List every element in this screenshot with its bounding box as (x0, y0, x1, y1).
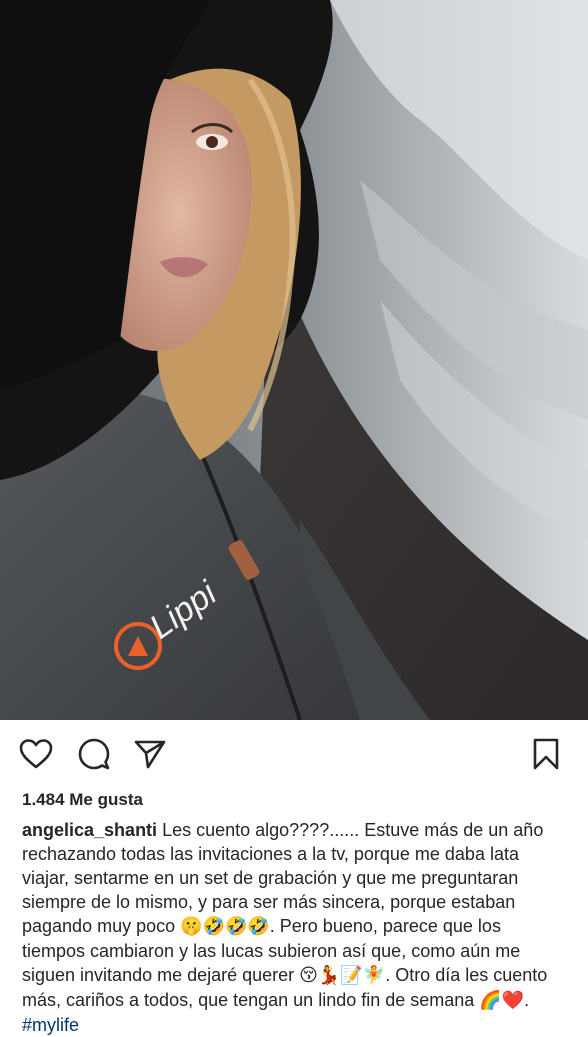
caption-emoji-3: 🌈❤️ (479, 990, 525, 1011)
paper-plane-icon (134, 740, 166, 769)
bookmark-icon (533, 738, 559, 770)
caption-text-part4: . (524, 990, 530, 1010)
comment-bubble-icon (78, 738, 110, 770)
post-action-bar (0, 720, 588, 786)
share-button[interactable] (130, 734, 170, 774)
caption-emoji-1: 🤫🤣🤣🤣 (180, 916, 270, 937)
heart-icon (19, 739, 53, 769)
caption-username[interactable]: angelica_shanti (22, 820, 157, 840)
post-photo[interactable]: Lippi (0, 0, 588, 720)
comment-button[interactable] (74, 734, 114, 774)
post-caption: angelica_shanti Les cuento algo????.....… (22, 818, 568, 1037)
caption-hashtag[interactable]: #mylife (22, 1015, 79, 1035)
save-button[interactable] (526, 734, 566, 774)
like-button[interactable] (16, 734, 56, 774)
caption-emoji-2: 😚💃📝🧚 (299, 965, 386, 986)
likes-count[interactable]: 1.484 Me gusta (22, 790, 143, 810)
